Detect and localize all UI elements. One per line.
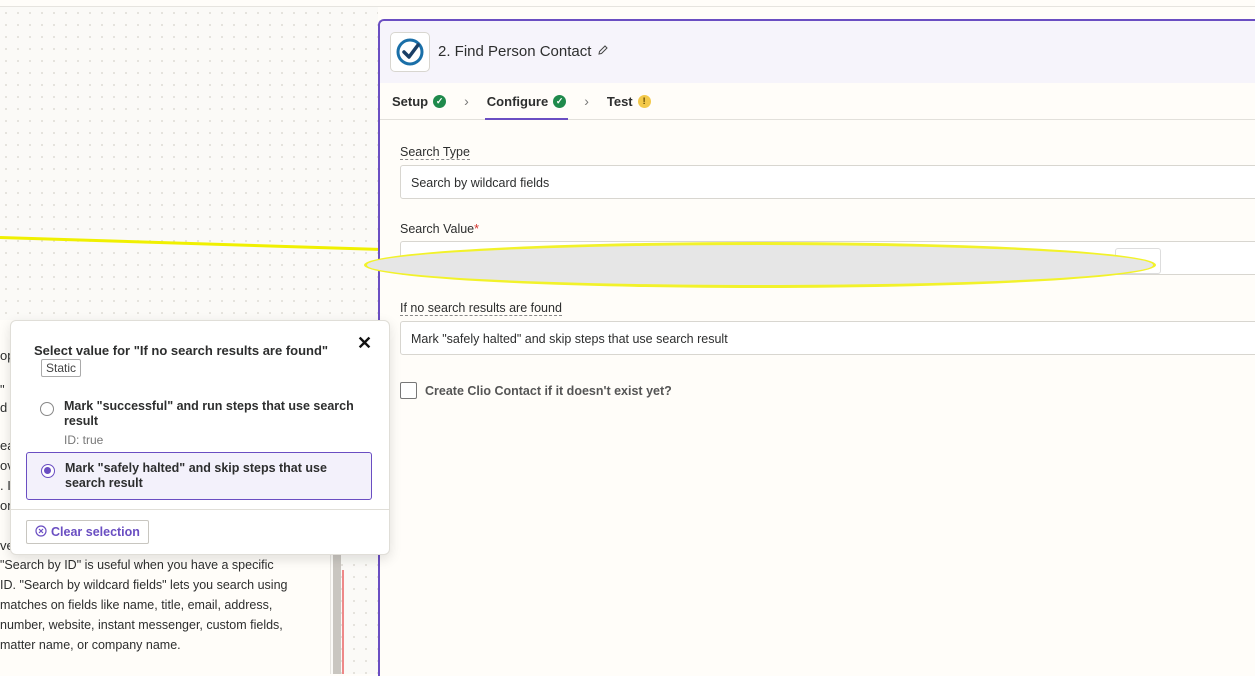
tab-label: Setup bbox=[392, 93, 429, 109]
create-contact-label: Create Clio Contact if it doesn't exist … bbox=[425, 383, 672, 398]
search-type-description: "Search by ID" is useful when you have a… bbox=[0, 555, 320, 655]
radio-button[interactable] bbox=[40, 402, 54, 416]
step-panel: 2. Find Person Contact Setup ✓ › Configu… bbox=[364, 19, 1255, 676]
side-marker bbox=[342, 570, 344, 674]
step-tabs: Setup ✓ › Configure ✓ › Test ! bbox=[380, 83, 1255, 120]
value-select-popup: Select value for "If no search results a… bbox=[10, 320, 390, 555]
chevron-right-icon: › bbox=[464, 93, 469, 109]
description-line: matter name, or company name. bbox=[0, 638, 181, 652]
tab-setup[interactable]: Setup ✓ bbox=[390, 83, 448, 119]
description-line: matches on fields like name, title, emai… bbox=[0, 598, 273, 612]
chevron-right-icon: › bbox=[584, 93, 589, 109]
description-line: "Search by ID" is useful when you have a… bbox=[0, 558, 274, 572]
clio-app-icon bbox=[390, 32, 430, 72]
popup-title: Select value for "If no search results a… bbox=[34, 343, 329, 358]
step-header: 2. Find Person Contact bbox=[380, 21, 1255, 83]
option-id: ID: true bbox=[64, 433, 104, 447]
side-fragment: " bbox=[0, 382, 5, 397]
close-icon[interactable]: ✕ bbox=[357, 333, 372, 354]
check-circle-icon: ✓ bbox=[553, 94, 567, 108]
required-mark: * bbox=[474, 222, 479, 236]
search-value-label: Search Value* bbox=[400, 222, 479, 236]
top-border bbox=[0, 0, 1255, 7]
tab-configure[interactable]: Configure ✓ bbox=[484, 83, 569, 120]
option-successful[interactable]: Mark "successful" and run steps that use… bbox=[26, 391, 372, 455]
option-label: Mark "safely halted" and skip steps that… bbox=[65, 461, 327, 490]
warning-icon: ! bbox=[637, 94, 651, 108]
tab-label: Configure bbox=[486, 93, 549, 109]
clear-selection-button[interactable]: Clear selection bbox=[26, 520, 149, 544]
pencil-icon[interactable] bbox=[597, 43, 609, 60]
create-contact-checkbox[interactable] bbox=[400, 382, 417, 399]
search-value-label-text: Search Value bbox=[400, 222, 475, 236]
static-tag: Static bbox=[41, 359, 82, 377]
clear-selection-label: Clear selection bbox=[51, 525, 140, 539]
clear-circle-icon bbox=[35, 524, 47, 540]
tab-label: Test bbox=[606, 93, 633, 109]
search-type-select[interactable]: Search by wildcard fields bbox=[400, 165, 1255, 199]
no-results-select[interactable]: Mark "safely halted" and skip steps that… bbox=[400, 321, 1255, 355]
search-type-label: Search Type bbox=[400, 145, 470, 160]
no-results-label: If no search results are found bbox=[400, 301, 562, 316]
tab-test[interactable]: Test ! bbox=[605, 83, 653, 119]
popup-divider bbox=[11, 509, 389, 510]
check-circle-icon: ✓ bbox=[433, 94, 447, 108]
step-title[interactable]: 2. Find Person Contact bbox=[438, 43, 609, 60]
description-line: ID. "Search by wildcard fields" lets you… bbox=[0, 578, 288, 592]
step-title-text: 2. Find Person Contact bbox=[438, 43, 592, 60]
option-label: Mark "successful" and run steps that use… bbox=[64, 399, 354, 428]
option-safely-halted[interactable]: Mark "safely halted" and skip steps that… bbox=[26, 452, 372, 500]
description-line: number, website, instant messenger, cust… bbox=[0, 618, 283, 632]
radio-button-selected[interactable] bbox=[41, 464, 55, 478]
create-contact-row[interactable]: Create Clio Contact if it doesn't exist … bbox=[400, 382, 672, 399]
redaction-oval bbox=[364, 242, 1156, 288]
